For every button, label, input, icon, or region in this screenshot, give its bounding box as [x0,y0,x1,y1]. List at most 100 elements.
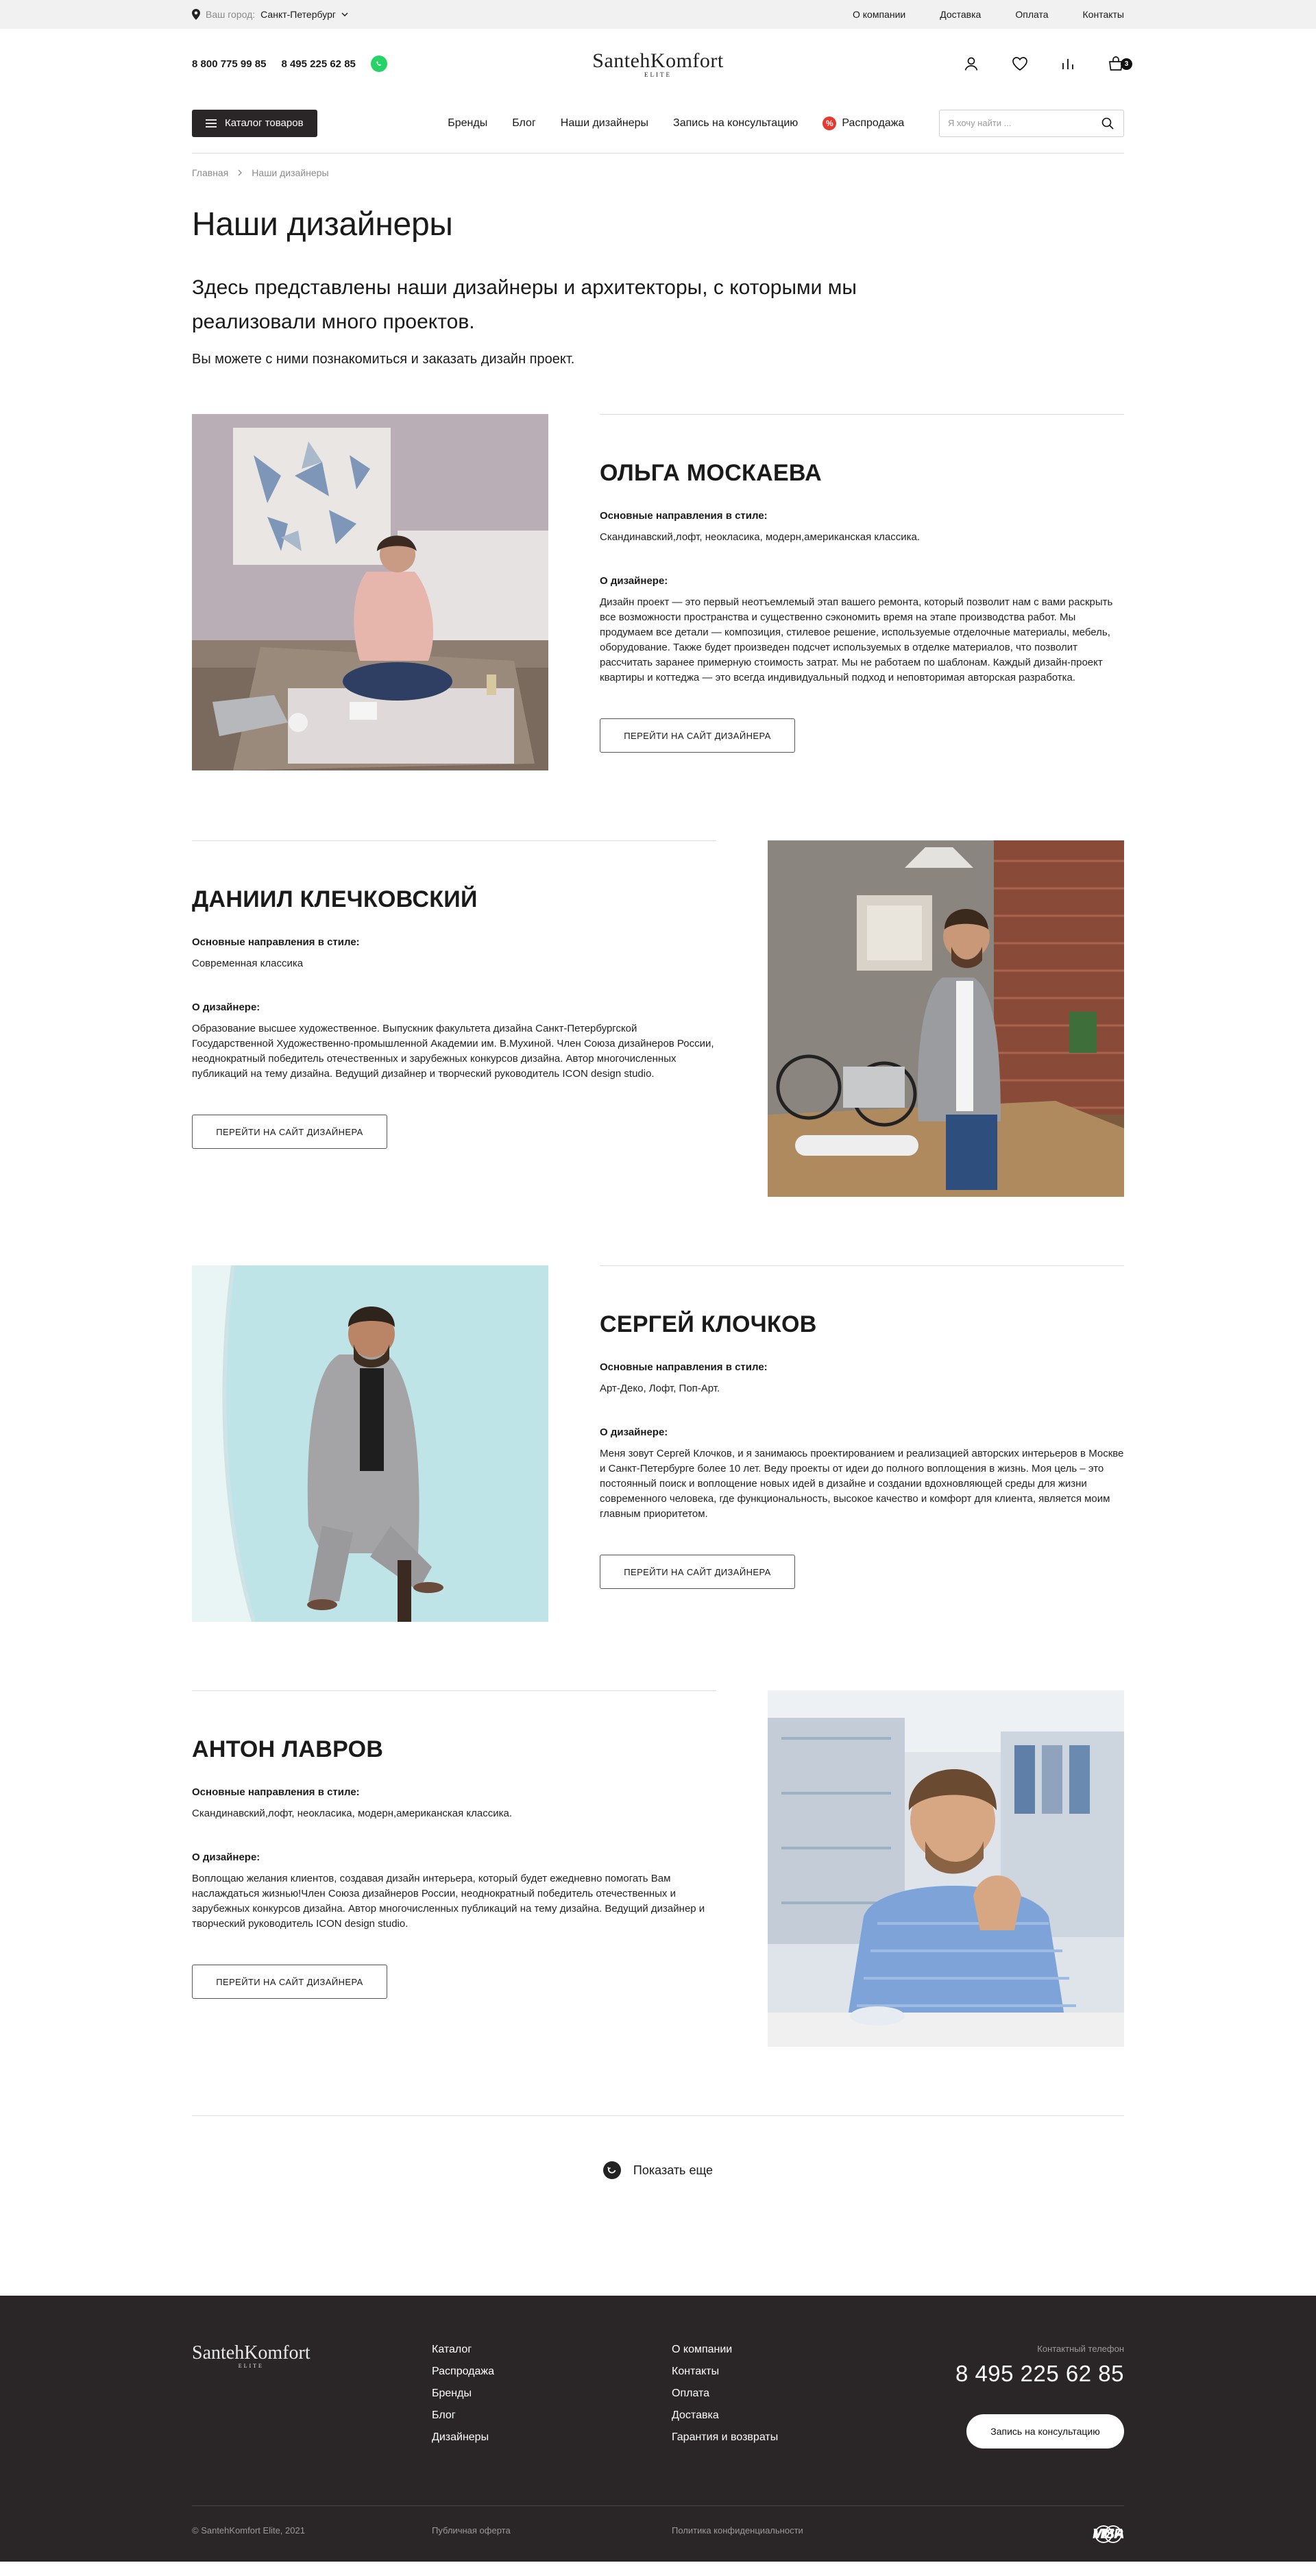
styles-label: Основные направления в стиле: [192,1786,360,1798]
menu-icon [206,119,217,127]
menu-item-brands[interactable]: Бренды [448,117,487,130]
top-links: О компании Доставка Оплата Контакты [853,9,1124,20]
about-label: О дизайнере: [192,1851,260,1863]
user-icon[interactable] [964,56,979,71]
footer-logo-main: SantehKomfort [192,2342,310,2364]
designer-card: АНТОН ЛАВРОВ Основные направления в стил… [192,1690,1124,2047]
footer-logo[interactable]: SantehKomfort ELITE [192,2342,310,2369]
designer-photo [768,1690,1124,2047]
designer-info: ОЛЬГА МОСКАЕВА Основные направления в ст… [600,414,1124,753]
footer-link-sale[interactable]: Распродажа [432,2366,494,2378]
designer-styles: Современная классика [192,958,304,969]
visa-logo-icon: VISA [1093,2526,1125,2542]
divider [192,840,716,841]
location-pin-icon [192,9,200,20]
search-input[interactable] [948,118,1085,128]
footer-link-blog[interactable]: Блог [432,2409,494,2422]
page-title: Наши дизайнеры [192,206,453,243]
designer-about: Воплощаю желания клиентов, создавая диза… [192,1873,705,1930]
city-selector[interactable]: Ваш город: Санкт-Петербург [192,9,348,20]
site-logo[interactable]: SantehKomfort ELITE [592,49,723,78]
designer-name: ОЛЬГА МОСКАЕВА [600,460,822,486]
search-box [939,109,1124,137]
styles-label: Основные направления в стиле: [192,936,360,948]
header-phones: 8 800 775 99 85 8 495 225 62 85 [192,56,387,72]
menu-item-consultation[interactable]: Запись на консультацию [673,117,798,130]
chevron-down-icon[interactable] [341,12,348,16]
logo-main: SantehKomfort [592,49,724,72]
designer-styles: Скандинавский,лофт, неокласика, модерн,а… [192,1808,513,1819]
copyright: © SantehKomfort Elite, 2021 [192,2525,305,2536]
payment-methods: МИР VISA [1093,2524,1125,2544]
designer-card: ОЛЬГА МОСКАЕВА Основные направления в ст… [192,414,1124,770]
top-bar: Ваш город: Санкт-Петербург О компании До… [0,0,1316,29]
menu-item-sale[interactable]: % Распродажа [822,116,905,130]
menu-item-blog[interactable]: Блог [512,117,536,130]
phone-2[interactable]: 8 495 225 62 85 [281,58,355,70]
compare-icon[interactable] [1061,57,1075,71]
designer-about: Меня зовут Сергей Клочков, и я занимаюсь… [600,1448,1124,1520]
search-icon[interactable] [1101,117,1114,130]
sale-label: Распродажа [842,117,905,129]
footer-link-warranty[interactable]: Гарантия и возвраты [672,2431,778,2444]
contact-label: Контактный телефон [1037,2344,1124,2354]
styles-label: Основные направления в стиле: [600,510,768,522]
about-label: О дизайнере: [600,1426,668,1438]
footer: SantehKomfort ELITE Каталог Распродажа Б… [0,2296,1316,2562]
privacy-policy-link[interactable]: Политика конфиденциальности [672,2525,803,2536]
divider [600,414,1124,415]
top-link-delivery[interactable]: Доставка [940,9,981,20]
designer-site-button[interactable]: ПЕРЕЙТИ НА САЙТ ДИЗАЙНЕРА [192,1965,387,1999]
designer-card: ДАНИИЛ КЛЕЧКОВСКИЙ Основные направления … [192,840,1124,1197]
footer-link-delivery[interactable]: Доставка [672,2409,778,2422]
heart-icon[interactable] [1012,56,1028,71]
city-value[interactable]: Санкт-Петербург [260,9,336,20]
load-more-button[interactable]: Показать еще [192,2161,1124,2179]
load-more-label: Показать еще [633,2163,714,2177]
chevron-right-icon [238,169,243,176]
footer-bottom: © SantehKomfort Elite, 2021 Публичная оф… [192,2505,1125,2543]
designer-card: СЕРГЕЙ КЛОЧКОВ Основные направления в ст… [192,1265,1124,1622]
top-link-payment[interactable]: Оплата [1015,9,1048,20]
refresh-icon [602,2161,621,2179]
designer-info: ДАНИИЛ КЛЕЧКОВСКИЙ Основные направления … [192,840,716,1149]
city-label: Ваш город: [206,9,256,20]
designer-photo [192,414,548,770]
footer-link-contacts[interactable]: Контакты [672,2366,778,2378]
footer-contact: Контактный телефон 8 495 225 62 85 Запис… [955,2344,1124,2449]
menu: Бренды Блог Наши дизайнеры Запись на кон… [448,116,905,130]
designer-site-button[interactable]: ПЕРЕЙТИ НА САЙТ ДИЗАЙНЕРА [600,1555,795,1589]
footer-link-payment[interactable]: Оплата [672,2387,778,2400]
divider [600,1265,1124,1266]
designer-site-button[interactable]: ПЕРЕЙТИ НА САЙТ ДИЗАЙНЕРА [600,718,795,753]
footer-link-catalog[interactable]: Каталог [432,2344,494,2356]
whatsapp-icon[interactable] [370,56,387,72]
designer-styles: Скандинавский,лофт, неокласика, модерн,а… [600,531,921,543]
top-link-about[interactable]: О компании [853,9,905,20]
designer-photo [192,1265,548,1622]
page-intro-secondary: Вы можете с ними познакомиться и заказат… [192,352,575,367]
designer-info: АНТОН ЛАВРОВ Основные направления в стил… [192,1690,716,1999]
top-link-contacts[interactable]: Контакты [1083,9,1124,20]
catalog-button[interactable]: Каталог товаров [192,109,317,137]
catalog-button-label: Каталог товаров [225,117,304,129]
divider [192,1690,716,1691]
breadcrumb: Главная Наши дизайнеры [192,167,1124,178]
designer-photo [768,840,1124,1197]
footer-column-company: О компании Контакты Оплата Доставка Гара… [672,2344,778,2444]
designer-site-button[interactable]: ПЕРЕЙТИ НА САЙТ ДИЗАЙНЕРА [192,1115,387,1149]
styles-label: Основные направления в стиле: [600,1361,768,1373]
main-content: Главная Наши дизайнеры Наши дизайнеры Зд… [192,167,1124,2179]
menu-item-designers[interactable]: Наши дизайнеры [561,117,648,130]
footer-phone[interactable]: 8 495 225 62 85 [955,2361,1124,2387]
footer-link-brands[interactable]: Бренды [432,2387,494,2400]
footer-column-catalog: Каталог Распродажа Бренды Блог Дизайнеры [432,2344,494,2444]
page-intro: Здесь представлены наши дизайнеры и архи… [192,276,857,333]
breadcrumb-home[interactable]: Главная [192,167,228,178]
consultation-button[interactable]: Запись на консультацию [966,2414,1124,2449]
footer-link-about[interactable]: О компании [672,2344,778,2356]
phone-1[interactable]: 8 800 775 99 85 [192,58,266,70]
public-offer-link[interactable]: Публичная оферта [432,2525,511,2536]
cart-icon[interactable]: 3 [1108,56,1132,72]
footer-link-designers[interactable]: Дизайнеры [432,2431,494,2444]
